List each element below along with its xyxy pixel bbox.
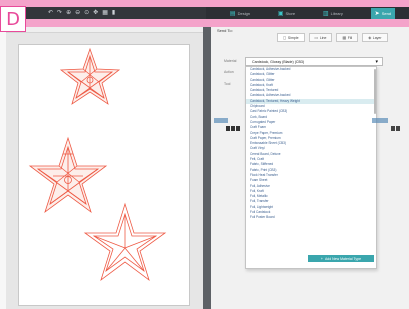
star-left[interactable] [28, 136, 108, 214]
undo-icon[interactable]: ↶ [48, 10, 53, 16]
canvas-toolbar: ↶ ↷ ⊕ ⊖ ⊙ ✥ ▦ ▮ [8, 7, 206, 19]
star-upper-right[interactable] [59, 47, 121, 105]
tab-simple[interactable]: ◻ Simple [277, 33, 305, 42]
material-select[interactable]: Cardstock, Glossy (Blade) (CB3) ▾ [245, 57, 383, 66]
store-icon: ▣ [277, 10, 284, 17]
add-material-button[interactable]: + Add New Material Type [308, 255, 374, 262]
add-material-label: Add New Material Type [324, 256, 362, 261]
tab-layer[interactable]: ◈ Layer [362, 33, 388, 42]
tab-library[interactable]: ▥ Library [323, 10, 343, 17]
main-tabs: ▤ Design ▣ Store ▥ Library ➤ Send [206, 7, 409, 19]
send-icon: ➤ [374, 10, 380, 17]
action-label: Action [224, 70, 234, 74]
tab-fill[interactable]: ▩ Fill [336, 33, 359, 42]
tab-send-label: Send [381, 10, 392, 16]
mat-controls-right[interactable] [391, 126, 401, 132]
right-panel-handle[interactable] [372, 118, 388, 123]
left-panel-handle[interactable] [214, 118, 228, 123]
grid-icon[interactable]: ▦ [102, 10, 108, 16]
fill-icon: ▩ [342, 35, 347, 40]
tab-line-label: Line [319, 35, 327, 40]
plus-icon: + [320, 256, 323, 261]
zoom-out-icon[interactable]: ⊖ [75, 10, 80, 16]
trash-icon[interactable]: ▮ [112, 10, 115, 16]
tab-fill-label: Fill [347, 35, 353, 40]
step-letter: D [6, 8, 20, 30]
send-mode-tabs: ◻ Simple ▭ Line ▩ Fill ◈ Layer [277, 33, 388, 42]
tab-library-label: Library [330, 10, 343, 16]
tab-store[interactable]: ▣ Store [278, 10, 295, 17]
step-badge: D [0, 6, 26, 32]
send-to-label: Send To: [217, 27, 233, 33]
send-panel: Send To: ◻ Simple ▭ Line ▩ Fill ◈ Layer Mate… [211, 27, 409, 309]
panel-divider[interactable] [203, 27, 211, 309]
mat-controls-left[interactable] [226, 126, 242, 132]
star-designs[interactable] [18, 44, 190, 306]
line-icon: ▭ [314, 35, 319, 40]
chevron-down-icon: ▾ [375, 59, 378, 65]
pan-icon[interactable]: ✥ [93, 10, 98, 16]
dropdown-scrollbar[interactable] [374, 69, 376, 114]
tab-design-label: Design [237, 10, 251, 16]
top-ruler [6, 27, 204, 33]
design-icon: ▤ [229, 10, 236, 17]
zoom-in-icon[interactable]: ⊕ [66, 10, 71, 16]
tab-design[interactable]: ▤ Design [230, 10, 250, 17]
tool-label: Tool [224, 82, 231, 86]
material-dropdown[interactable]: Cardstock, Adhesive-backed Cardstock, Gli… [245, 66, 377, 269]
star-lower-right[interactable] [83, 202, 167, 282]
redo-icon[interactable]: ↷ [57, 10, 62, 16]
zoom-fit-icon[interactable]: ⊙ [84, 10, 89, 16]
material-label: Material [224, 59, 237, 63]
tab-line[interactable]: ▭ Line [308, 33, 333, 42]
tab-store-label: Store [285, 10, 296, 16]
tab-layer-label: Layer [372, 35, 382, 40]
layer-icon: ◈ [368, 35, 372, 40]
simple-icon: ◻ [283, 35, 287, 40]
material-select-value: Cardstock, Glossy (Blade) (CB3) [252, 59, 305, 64]
tab-send[interactable]: ➤ Send [370, 7, 396, 19]
tab-simple-label: Simple [287, 35, 299, 40]
library-icon: ▥ [322, 10, 329, 17]
material-option[interactable]: Foil Poster Board [246, 215, 376, 220]
